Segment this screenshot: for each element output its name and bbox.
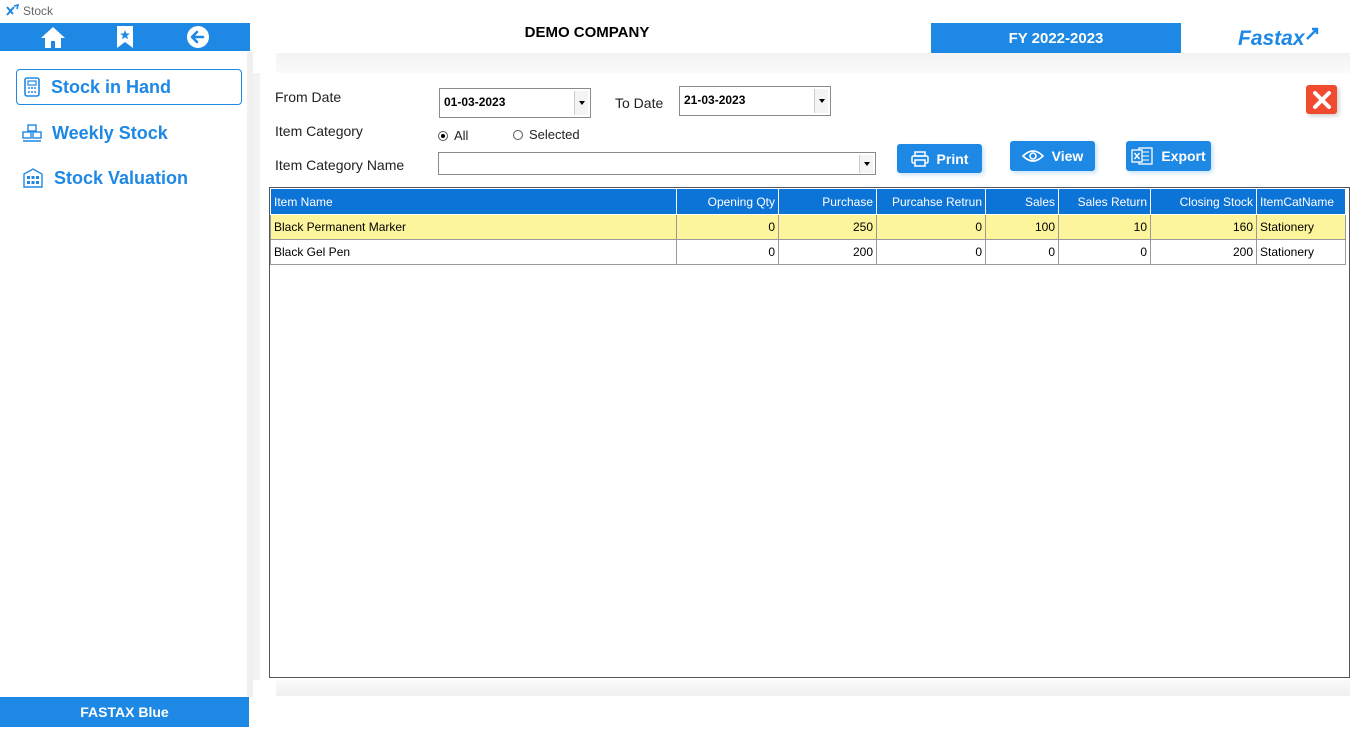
to-date-picker[interactable]: 21-03-2023 [679, 86, 831, 116]
from-date-label: From Date [275, 89, 342, 105]
column-header-closing-stock[interactable]: Closing Stock [1150, 188, 1257, 215]
cell-purchase[interactable]: 200 [778, 239, 877, 265]
back-arrow-icon [187, 26, 209, 48]
table-header-row: Item Name Opening Qty Purchase Purcahse … [270, 188, 1346, 215]
column-header-item-cat-name[interactable]: ItemCatName [1256, 188, 1346, 215]
item-category-label: Item Category [275, 123, 363, 139]
printer-icon [910, 150, 929, 167]
sidebar-item-stock-in-hand[interactable]: Stock in Hand [16, 69, 242, 105]
bookmark-icon [117, 26, 133, 48]
bookmark-button[interactable] [111, 25, 139, 49]
calculator-icon [24, 77, 40, 97]
from-date-picker[interactable]: 01-03-2023 [439, 88, 591, 118]
stock-grid: Item Name Opening Qty Purchase Purcahse … [269, 187, 1350, 678]
cell-item-name[interactable]: Black Permanent Marker [270, 214, 677, 240]
cell-sales-return[interactable]: 0 [1058, 239, 1151, 265]
cell-closing-stock[interactable]: 160 [1150, 214, 1257, 240]
cell-purchase-return[interactable]: 0 [876, 214, 986, 240]
column-header-purchase[interactable]: Purchase [778, 188, 877, 215]
window-titlebar: Stock [0, 0, 1366, 22]
close-button[interactable] [1306, 85, 1337, 114]
chevron-down-icon [818, 99, 825, 103]
radio-selected[interactable]: Selected [513, 127, 580, 142]
sidebar-item-label: Weekly Stock [52, 122, 168, 143]
home-button[interactable] [39, 25, 67, 49]
window-title: Stock [23, 4, 54, 18]
column-header-opening-qty[interactable]: Opening Qty [676, 188, 779, 215]
export-button[interactable]: Export [1126, 141, 1211, 171]
print-button[interactable]: Print [897, 144, 982, 173]
view-button[interactable]: View [1010, 141, 1095, 171]
boxes-icon [22, 124, 42, 142]
chevron-down-icon [863, 162, 870, 166]
cell-sales[interactable]: 0 [985, 239, 1059, 265]
excel-icon [1131, 147, 1153, 165]
radio-all[interactable]: All [438, 128, 468, 143]
print-button-label: Print [936, 150, 969, 167]
cell-item-cat-name[interactable]: Stationery [1256, 214, 1346, 240]
panel-top-strip [276, 53, 1350, 73]
fiscal-year-badge: FY 2022-2023 [931, 23, 1181, 53]
column-header-item-name[interactable]: Item Name [270, 188, 677, 215]
eye-icon [1021, 150, 1044, 162]
from-date-value: 01-03-2023 [444, 95, 506, 109]
sidebar-item-stock-valuation[interactable]: Stock Valuation [16, 160, 242, 196]
table-row[interactable]: Black Permanent Marker 0 250 0 100 10 16… [270, 214, 1346, 240]
to-date-value: 21-03-2023 [684, 93, 746, 107]
column-header-purchase-return[interactable]: Purcahse Retrun [876, 188, 986, 215]
close-icon [1312, 90, 1331, 109]
to-date-dropdown-button[interactable] [814, 89, 828, 113]
chevron-down-icon [578, 101, 585, 105]
item-category-name-select[interactable] [438, 152, 876, 175]
view-button-label: View [1051, 148, 1084, 164]
cell-opening-qty[interactable]: 0 [676, 214, 779, 240]
sidebar-item-label: Stock in Hand [51, 76, 172, 97]
radio-circle [513, 129, 523, 140]
cell-purchase[interactable]: 250 [778, 214, 877, 240]
top-nav-bar [0, 23, 250, 51]
sidebar-item-label: Stock Valuation [54, 167, 189, 188]
radio-circle-checked [438, 130, 448, 141]
sidebar-footer: FASTAX Blue [0, 697, 249, 727]
brand-logo: Fastax [1238, 27, 1319, 51]
building-icon [23, 168, 43, 188]
brand-name: Fastax [1238, 27, 1305, 50]
cell-item-name[interactable]: Black Gel Pen [270, 239, 677, 265]
cell-closing-stock[interactable]: 200 [1150, 239, 1257, 265]
sidebar-item-weekly-stock[interactable]: Weekly Stock [16, 115, 242, 151]
company-name: DEMO COMPANY [524, 24, 650, 41]
radio-selected-label: Selected [529, 127, 580, 142]
cell-purchase-return[interactable]: 0 [876, 239, 986, 265]
item-category-name-label: Item Category Name [275, 157, 405, 173]
fastax-app-icon [6, 3, 19, 16]
panel-bottom-strip [276, 680, 1350, 696]
export-button-label: Export [1161, 148, 1206, 164]
cell-item-cat-name[interactable]: Stationery [1256, 239, 1346, 265]
cell-sales-return[interactable]: 10 [1058, 214, 1151, 240]
cell-opening-qty[interactable]: 0 [676, 239, 779, 265]
to-date-label: To Date [615, 95, 664, 111]
brand-arrow-icon [1305, 27, 1318, 40]
item-category-dropdown-button[interactable] [859, 155, 873, 173]
panel-left-gap [253, 73, 260, 680]
stock-table: Item Name Opening Qty Purchase Purcahse … [270, 188, 1346, 265]
cell-sales[interactable]: 100 [985, 214, 1059, 240]
home-icon [41, 27, 65, 48]
back-button[interactable] [184, 25, 212, 49]
from-date-dropdown-button[interactable] [574, 91, 588, 115]
column-header-sales-return[interactable]: Sales Return [1058, 188, 1151, 215]
radio-all-label: All [454, 128, 469, 143]
table-row[interactable]: Black Gel Pen 0 200 0 0 0 200 Stationery [270, 239, 1346, 265]
sidebar: Stock in Hand Weekly Stock Stock Valuati… [0, 52, 253, 697]
column-header-sales[interactable]: Sales [985, 188, 1059, 215]
